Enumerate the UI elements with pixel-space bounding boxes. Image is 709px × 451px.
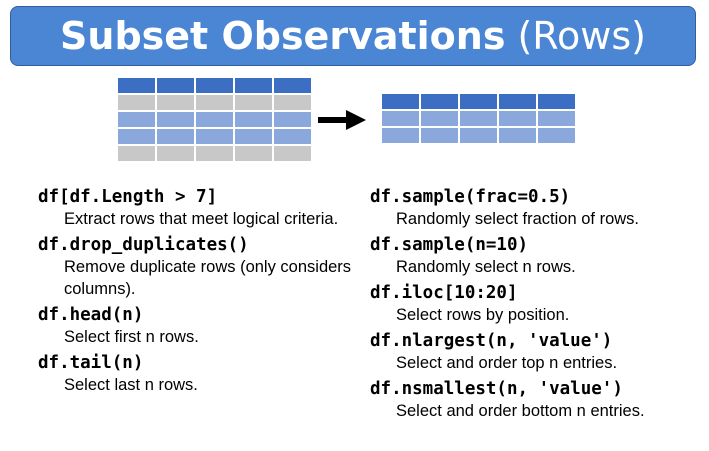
result-cell-selected [460, 128, 497, 143]
source-cell-unselected [157, 95, 194, 110]
source-cell-selected [235, 129, 272, 144]
entry-nlargest: df.nlargest(n, 'value') Select and order… [370, 330, 700, 374]
source-cell-header [196, 78, 233, 93]
description: Select rows by position. [396, 306, 570, 324]
result-cell-selected [382, 128, 419, 143]
result-cell-selected [421, 128, 458, 143]
code-line: df.nsmallest(n, 'value') [370, 379, 623, 399]
source-cell-header [274, 78, 311, 93]
description: Select and order bottom n entries. [396, 402, 645, 420]
source-cell-unselected [235, 95, 272, 110]
entry-head: df.head(n) Select first n rows. [38, 304, 358, 348]
result-cell-selected [538, 128, 575, 143]
result-cell-header [499, 94, 536, 109]
code-line: df.sample(n=10) [370, 235, 529, 255]
source-cell-selected [196, 112, 233, 127]
code-line: df.iloc[10:20] [370, 283, 518, 303]
description: Select last n rows. [64, 376, 198, 394]
description: Extract rows that meet logical criteria. [64, 210, 339, 228]
result-cell-selected [499, 128, 536, 143]
source-cell-header [118, 78, 155, 93]
entry-iloc: df.iloc[10:20] Select rows by position. [370, 282, 700, 326]
code-line: df.nlargest(n, 'value') [370, 331, 613, 351]
code-line: df.sample(frac=0.5) [370, 187, 571, 207]
entry-drop-duplicates: df.drop_duplicates() Remove duplicate ro… [38, 234, 358, 300]
source-cell-unselected [196, 95, 233, 110]
source-cell-header [157, 78, 194, 93]
source-cell-unselected [118, 95, 155, 110]
row-subset-diagram [118, 78, 575, 161]
result-cell-header [460, 94, 497, 109]
entry-sample-frac: df.sample(frac=0.5) Randomly select frac… [370, 186, 700, 230]
arrow-icon [318, 110, 366, 130]
result-cell-header [538, 94, 575, 109]
result-cell-selected [382, 111, 419, 126]
entry-sample-n: df.sample(n=10) Randomly select n rows. [370, 234, 700, 278]
code-line: df.drop_duplicates() [38, 235, 249, 255]
entry-nsmallest: df.nsmallest(n, 'value') Select and orde… [370, 378, 700, 422]
code-line: df.tail(n) [38, 353, 144, 373]
description: Randomly select n rows. [396, 258, 576, 276]
source-cell-selected [157, 112, 194, 127]
source-cell-selected [157, 129, 194, 144]
source-cell-selected [118, 129, 155, 144]
source-cell-unselected [118, 146, 155, 161]
right-column: df.sample(frac=0.5) Randomly select frac… [370, 186, 700, 426]
result-cell-selected [421, 111, 458, 126]
source-cell-selected [274, 112, 311, 127]
source-cell-selected [118, 112, 155, 127]
entry-tail: df.tail(n) Select last n rows. [38, 352, 358, 396]
result-cell-header [421, 94, 458, 109]
source-cell-selected [235, 112, 272, 127]
source-cell-header [235, 78, 272, 93]
result-cell-selected [460, 111, 497, 126]
source-cell-unselected [274, 146, 311, 161]
source-cell-selected [274, 129, 311, 144]
code-line: df[df.Length > 7] [38, 187, 218, 207]
description: Select and order top n entries. [396, 354, 618, 372]
result-table [382, 94, 575, 143]
source-cell-unselected [274, 95, 311, 110]
description: Randomly select fraction of rows. [396, 210, 640, 228]
source-table [118, 78, 311, 161]
source-cell-selected [196, 129, 233, 144]
result-cell-selected [499, 111, 536, 126]
left-column: df[df.Length > 7] Extract rows that meet… [38, 186, 358, 400]
code-line: df.head(n) [38, 305, 144, 325]
source-cell-unselected [235, 146, 272, 161]
result-cell-header [382, 94, 419, 109]
result-cell-selected [538, 111, 575, 126]
description: Select first n rows. [64, 328, 199, 346]
description: Remove duplicate rows (only considers co… [64, 258, 352, 298]
source-cell-unselected [157, 146, 194, 161]
source-cell-unselected [196, 146, 233, 161]
entry-logical-criteria: df[df.Length > 7] Extract rows that meet… [38, 186, 358, 230]
